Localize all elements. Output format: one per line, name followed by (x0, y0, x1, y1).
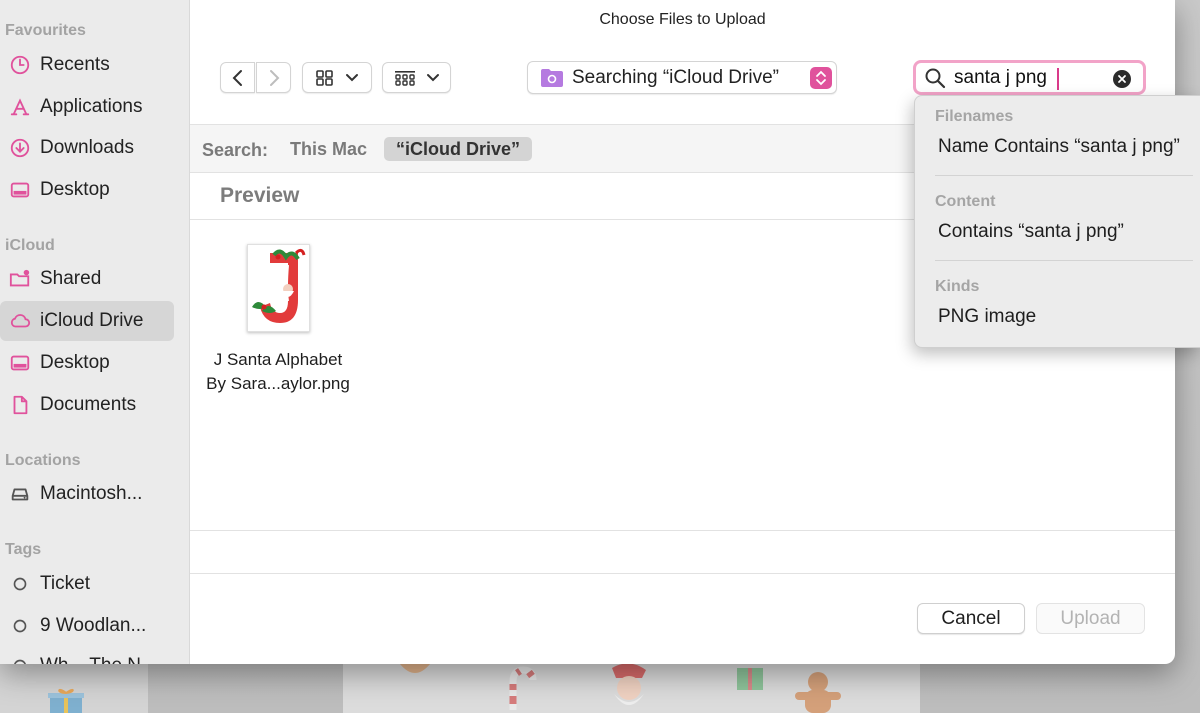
suggestion-kind-png[interactable]: PNG image (938, 306, 1036, 328)
chevron-left-icon (232, 69, 242, 86)
suggestion-separator (935, 175, 1193, 176)
sidebar-item-label: Desktop (40, 352, 110, 373)
sidebar-item-label: Documents (40, 394, 137, 415)
sidebar-item-tag-ticket[interactable]: Ticket (0, 564, 174, 604)
shared-folder-icon (8, 267, 32, 291)
cookie-icon (400, 664, 430, 673)
sidebar-section-icloud: iCloud (5, 237, 55, 254)
location-popup-label: Searching “iCloud Drive” (572, 66, 779, 88)
search-scope-label: Search: (202, 140, 269, 160)
sidebar-item-tag-woodlands[interactable]: 9 Woodlan... (0, 606, 174, 646)
sidebar: Favourites Recents Applications Download… (0, 0, 190, 664)
santa-icon (612, 664, 646, 705)
document-icon (8, 393, 32, 417)
group-icon (394, 70, 415, 86)
upload-button[interactable]: Upload (1036, 603, 1145, 634)
tag-circle-icon (8, 572, 32, 596)
content-bottom-divider (190, 530, 1175, 531)
options-divider (190, 573, 1175, 574)
sidebar-item-icloud-desktop[interactable]: Desktop (0, 343, 174, 383)
chevron-right-icon (269, 69, 279, 86)
sidebar-item-label: Downloads (40, 137, 134, 158)
suggestion-content-contains[interactable]: Contains “santa j png” (938, 221, 1124, 243)
search-icon (925, 68, 946, 88)
group-by-button[interactable] (382, 62, 451, 93)
suggestion-separator (935, 260, 1193, 261)
gift-icon (48, 688, 84, 713)
file-name-line-2: By Sara...aylor.png (206, 374, 350, 393)
sidebar-item-label: Recents (40, 54, 110, 75)
search-suggestions-menu: Filenames Name Contains “santa j png” Co… (914, 95, 1200, 348)
sidebar-section-favourites: Favourites (5, 22, 86, 39)
sidebar-item-downloads[interactable]: Downloads (0, 128, 174, 168)
suggestion-section-filenames: Filenames (935, 108, 1014, 125)
chevron-down-icon (426, 73, 439, 81)
sidebar-item-shared[interactable]: Shared (0, 259, 174, 299)
suggestion-section-content: Content (935, 193, 996, 210)
text-caret (1057, 68, 1059, 90)
desktop-icon (8, 178, 32, 202)
popup-stepper-icon (810, 67, 832, 89)
sidebar-item-tag-third[interactable]: Wh... The N... (0, 646, 174, 664)
tag-circle-icon (8, 614, 32, 638)
clock-icon (8, 53, 32, 77)
dialog-title: Choose Files to Upload (599, 11, 766, 28)
search-input[interactable] (954, 66, 1104, 89)
sidebar-item-label: 9 Woodlan... (40, 615, 147, 636)
cancel-button[interactable]: Cancel (917, 603, 1025, 634)
sidebar-item-recents[interactable]: Recents (0, 45, 174, 85)
sidebar-item-label: Ticket (40, 573, 90, 594)
gingerbread-icon (795, 672, 841, 713)
candy-cane-icon (509, 666, 537, 710)
desktop-icon (8, 351, 32, 375)
forward-button[interactable] (256, 62, 291, 93)
sidebar-item-documents[interactable]: Documents (0, 385, 174, 425)
view-mode-button[interactable] (302, 62, 372, 93)
scope-this-mac[interactable]: This Mac (290, 139, 367, 160)
search-field[interactable] (913, 60, 1146, 95)
preview-header: Preview (220, 184, 300, 207)
sidebar-item-label: Desktop (40, 179, 110, 200)
santa-letter-j-image (252, 248, 306, 323)
file-thumbnail[interactable] (247, 244, 310, 332)
file-name[interactable]: J Santa Alphabet By Sara...aylor.png (198, 348, 358, 396)
scope-icloud-drive[interactable]: “iCloud Drive” (384, 137, 533, 161)
download-icon (8, 136, 32, 160)
clear-search-icon[interactable] (1113, 70, 1131, 88)
back-button[interactable] (220, 62, 255, 93)
sidebar-item-icloud-drive[interactable]: iCloud Drive (0, 301, 174, 341)
suggestion-section-kinds: Kinds (935, 278, 980, 295)
tag-circle-icon (8, 654, 32, 664)
sidebar-item-desktop[interactable]: Desktop (0, 170, 174, 210)
gift-icon (737, 668, 763, 690)
cloud-icon (8, 309, 32, 333)
sidebar-item-applications[interactable]: Applications (0, 87, 174, 127)
sidebar-item-macintosh-hd[interactable]: Macintosh... (0, 474, 174, 514)
sidebar-item-label: iCloud Drive (40, 310, 144, 331)
sidebar-section-locations: Locations (5, 452, 81, 469)
applications-icon (8, 95, 32, 119)
sidebar-item-label: Shared (40, 268, 102, 289)
suggestion-name-contains[interactable]: Name Contains “santa j png” (938, 136, 1180, 158)
grid-view-icon (316, 69, 333, 86)
sidebar-item-label: Applications (40, 96, 143, 117)
file-name-line-1: J Santa Alphabet (213, 350, 343, 369)
location-popup[interactable]: Searching “iCloud Drive” (527, 61, 837, 94)
sidebar-section-tags: Tags (5, 541, 42, 558)
sidebar-item-label: Macintosh... (40, 483, 143, 504)
chevron-down-icon (346, 73, 358, 81)
search-folder-icon (541, 68, 563, 87)
sidebar-item-label: Wh... The N... (40, 655, 157, 664)
disk-icon (8, 482, 32, 506)
